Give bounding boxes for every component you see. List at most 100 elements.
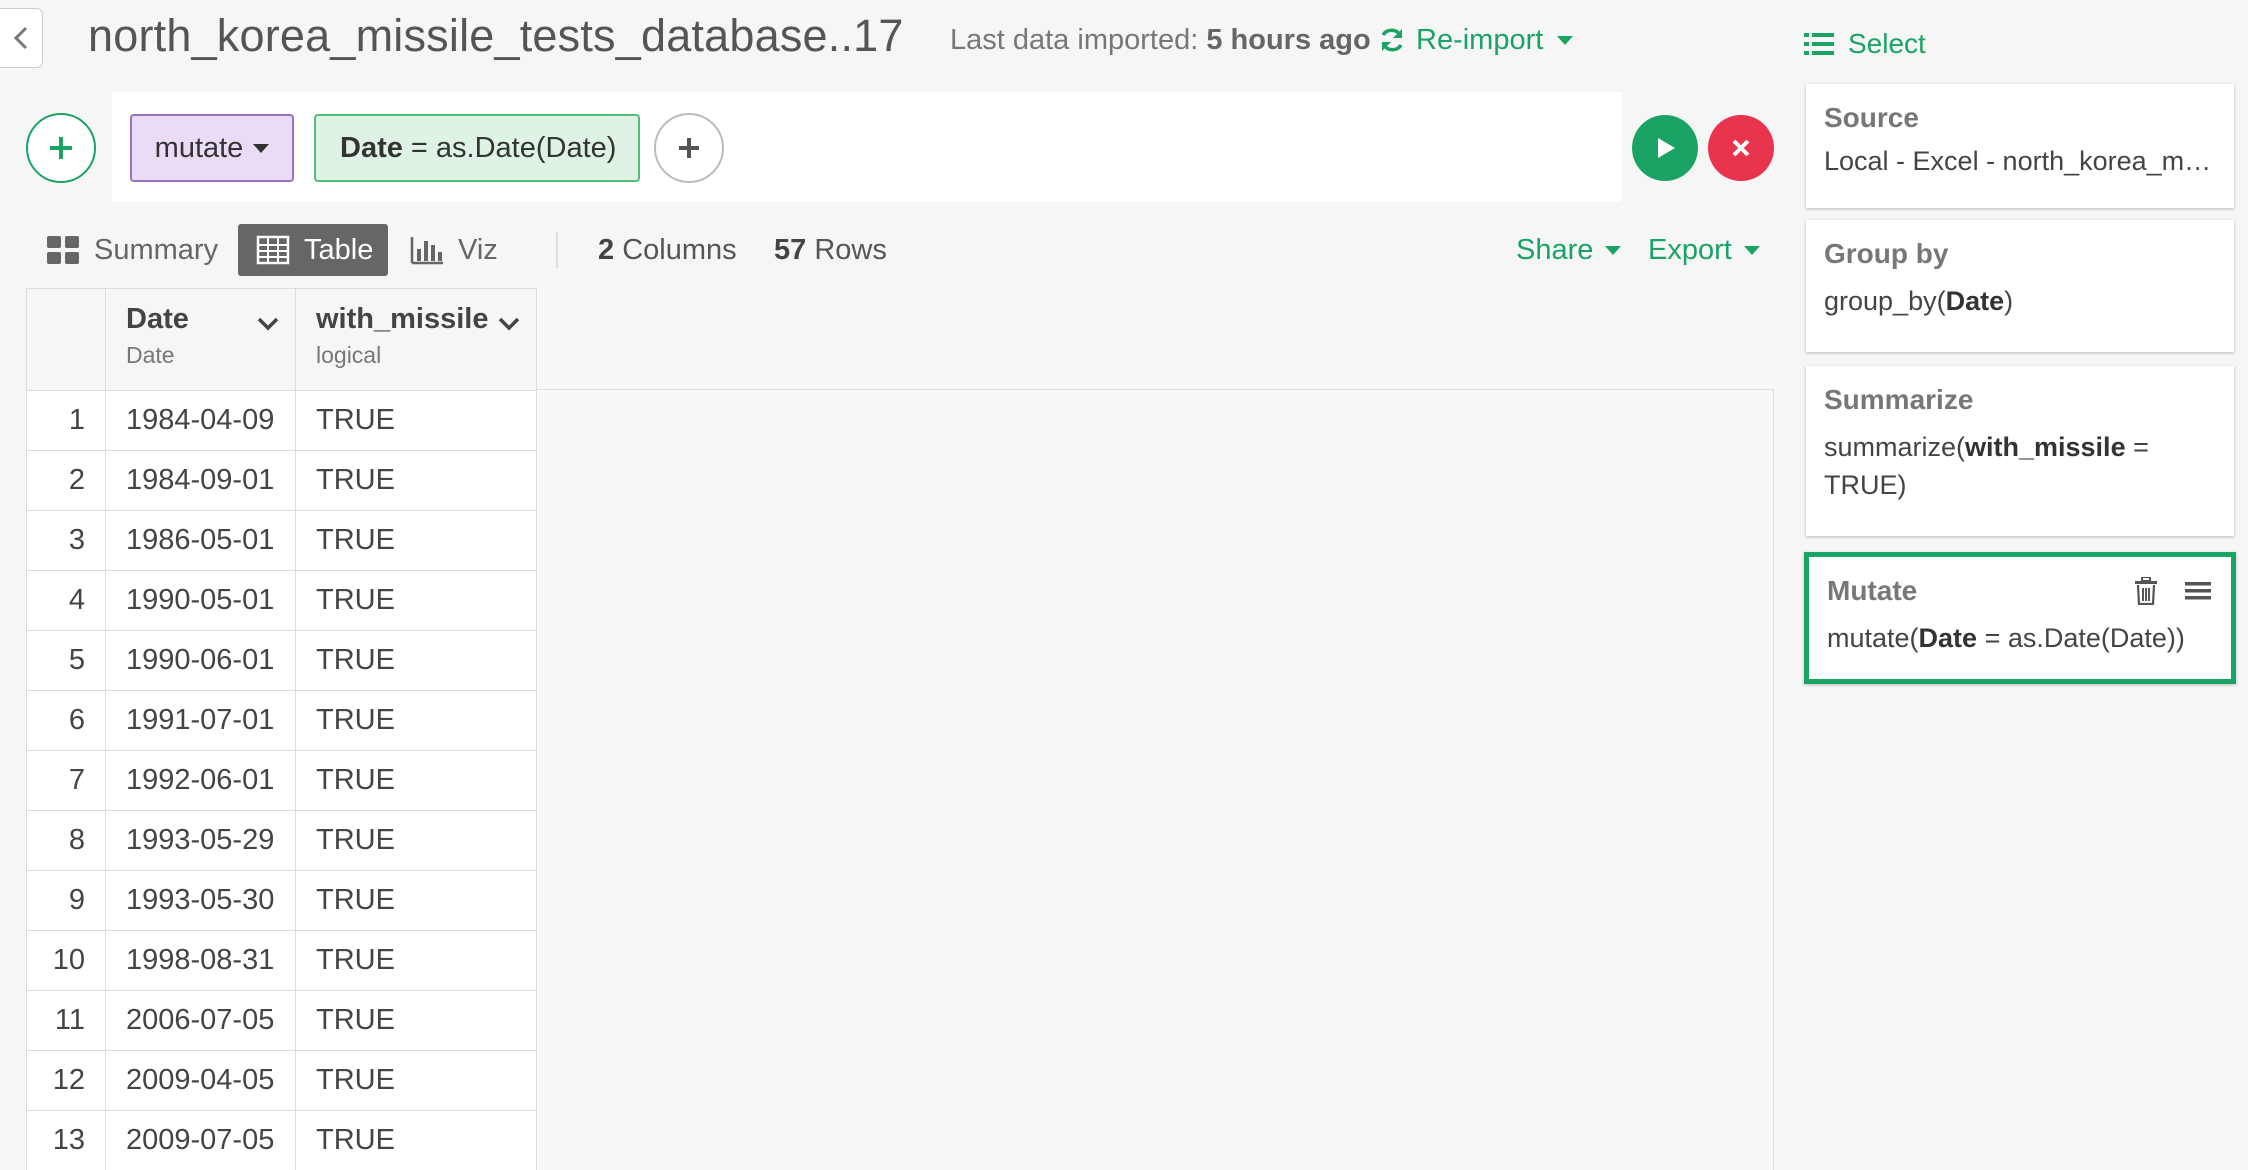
tab-viz-label: Viz <box>458 234 498 266</box>
bar-chart-icon <box>410 237 443 265</box>
import-prefix: Last data imported: <box>950 24 1207 56</box>
step-card-group-by[interactable]: Group by group_by(Date) <box>1806 220 2234 352</box>
column-header-date[interactable]: Date Date <box>105 288 296 391</box>
table-row: 4 1990-05-01 TRUE <box>26 570 537 631</box>
tab-summary-label: Summary <box>94 234 219 266</box>
table-row: 7 1992-06-01 TRUE <box>26 750 537 811</box>
rows-count-value: 57 <box>774 234 807 266</box>
cell-date[interactable]: 1990-06-01 <box>105 630 296 691</box>
table-row: 9 1993-05-30 TRUE <box>26 870 537 931</box>
column-header-with-missile[interactable]: with_missile logical <box>295 288 537 391</box>
select-step-button[interactable]: Select <box>1804 22 1926 66</box>
share-label: Share <box>1516 234 1594 266</box>
add-expression-button[interactable] <box>654 113 724 183</box>
cell-with-missile[interactable]: TRUE <box>295 630 537 691</box>
add-step-button[interactable] <box>26 113 96 183</box>
step-desc-pre: mutate( <box>1827 623 1919 653</box>
cell-date[interactable]: 1993-05-30 <box>105 870 296 931</box>
step-title: Summarize <box>1824 384 1974 415</box>
row-index: 5 <box>26 630 106 691</box>
step-card-source[interactable]: Source Local - Excel - north_korea_missi… <box>1806 84 2234 208</box>
cell-date[interactable]: 1986-05-01 <box>105 510 296 571</box>
row-index: 12 <box>26 1050 106 1111</box>
cell-with-missile[interactable]: TRUE <box>295 570 537 631</box>
plus-icon <box>679 138 699 158</box>
cell-date[interactable]: 1990-05-01 <box>105 570 296 631</box>
columns-count: 2 Columns <box>598 224 737 276</box>
column-name: Date <box>126 303 189 335</box>
step-actions <box>2133 577 2211 605</box>
step-title: Group by <box>1824 238 1949 269</box>
data-table: Date Date with_missile logical 1 1984-04-… <box>26 288 537 1170</box>
step-description: Local - Excel - north_korea_missile_test… <box>1824 146 2216 176</box>
last-import-info: Last data imported: 5 hours ago <box>950 18 1371 62</box>
cell-date[interactable]: 2006-07-05 <box>105 990 296 1051</box>
step-description: summarize(with_missile = TRUE) <box>1824 428 2216 504</box>
list-icon <box>1804 33 1834 55</box>
table-row: 2 1984-09-01 TRUE <box>26 450 537 511</box>
share-button[interactable]: Share <box>1516 224 1622 276</box>
columns-count-label: Columns <box>614 234 737 266</box>
row-index-header <box>26 288 106 391</box>
tab-summary[interactable]: Summary <box>46 224 218 276</box>
cell-with-missile[interactable]: TRUE <box>295 930 537 991</box>
reimport-button[interactable]: Re-import <box>1378 18 1574 62</box>
table-row: 10 1998-08-31 TRUE <box>26 930 537 991</box>
cell-date[interactable]: 2009-04-05 <box>105 1050 296 1111</box>
command-type-dropdown[interactable]: mutate <box>130 114 294 182</box>
cell-date[interactable]: 1992-06-01 <box>105 750 296 811</box>
select-label: Select <box>1848 28 1926 59</box>
row-index: 13 <box>26 1110 106 1170</box>
cell-date[interactable]: 1984-04-09 <box>105 390 296 451</box>
trash-icon[interactable] <box>2133 577 2159 605</box>
expression-column: Date <box>340 131 403 164</box>
cell-date[interactable]: 1984-09-01 <box>105 450 296 511</box>
cancel-button[interactable] <box>1708 115 1774 181</box>
cell-date[interactable]: 1993-05-29 <box>105 810 296 871</box>
step-card-mutate[interactable]: Mutate mutate(Date = as.Date(Date)) <box>1804 552 2236 684</box>
rows-count: 57 Rows <box>774 224 887 276</box>
import-time: 5 hours ago <box>1206 24 1371 56</box>
tab-table[interactable]: Table <box>238 224 388 276</box>
cell-with-missile[interactable]: TRUE <box>295 510 537 571</box>
table-row: 3 1986-05-01 TRUE <box>26 510 537 571</box>
table-row: 6 1991-07-01 TRUE <box>26 690 537 751</box>
step-description: mutate(Date = as.Date(Date)) <box>1827 619 2213 657</box>
chevron-down-icon[interactable] <box>498 317 520 331</box>
close-icon <box>1732 139 1750 157</box>
cell-with-missile[interactable]: TRUE <box>295 390 537 451</box>
column-type: Date <box>126 342 175 368</box>
columns-count-value: 2 <box>598 234 615 266</box>
chevron-down-icon[interactable] <box>257 317 279 331</box>
cell-with-missile[interactable]: TRUE <box>295 690 537 751</box>
tab-viz[interactable]: Viz <box>410 224 498 276</box>
row-index: 1 <box>26 390 106 451</box>
cell-with-missile[interactable]: TRUE <box>295 810 537 871</box>
run-icon <box>1658 138 1675 158</box>
row-index: 11 <box>26 990 106 1051</box>
export-button[interactable]: Export <box>1648 224 1760 276</box>
command-type-label: mutate <box>154 131 244 164</box>
step-desc-post: = as.Date(Date)) <box>1977 623 2185 653</box>
cell-with-missile[interactable]: TRUE <box>295 450 537 511</box>
column-type: logical <box>316 342 382 368</box>
cell-date[interactable]: 2009-07-05 <box>105 1110 296 1170</box>
table-header-filler <box>536 288 1774 390</box>
grid-icon <box>47 236 79 264</box>
cell-with-missile[interactable]: TRUE <box>295 1110 537 1170</box>
table-body: 1 1984-04-09 TRUE 2 1984-09-01 TRUE 3 1986-05-0… <box>26 390 537 1170</box>
cell-date[interactable]: 1998-08-31 <box>105 930 296 991</box>
row-index: 2 <box>26 450 106 511</box>
run-button[interactable] <box>1632 115 1698 181</box>
expression-token[interactable]: Date = as.Date(Date) <box>314 114 640 182</box>
cell-with-missile[interactable]: TRUE <box>295 870 537 931</box>
table-row: 13 2009-07-05 TRUE <box>26 1110 537 1170</box>
step-card-summarize[interactable]: Summarize summarize(with_missile = TRUE) <box>1806 366 2234 536</box>
cell-with-missile[interactable]: TRUE <box>295 990 537 1051</box>
cell-with-missile[interactable]: TRUE <box>295 1050 537 1111</box>
cell-with-missile[interactable]: TRUE <box>295 750 537 811</box>
cell-date[interactable]: 1991-07-01 <box>105 690 296 751</box>
step-desc-pre: summarize( <box>1824 432 1966 462</box>
menu-icon[interactable] <box>2185 577 2211 605</box>
back-button[interactable] <box>0 8 43 68</box>
